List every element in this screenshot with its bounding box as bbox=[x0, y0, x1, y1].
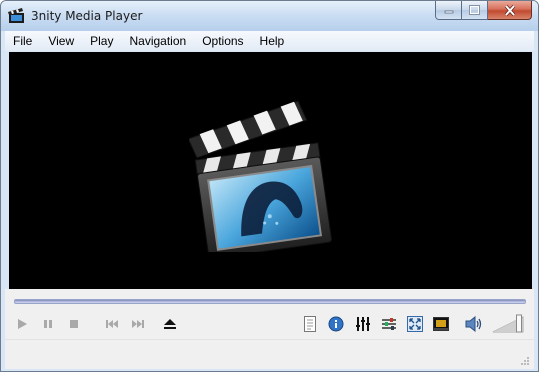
equalizer-button[interactable] bbox=[354, 315, 372, 333]
mute-button[interactable] bbox=[465, 315, 483, 333]
volume-slider[interactable] bbox=[491, 313, 525, 333]
eject-icon bbox=[164, 319, 176, 329]
fullscreen-button[interactable] bbox=[406, 315, 424, 333]
clapperboard-logo-icon bbox=[189, 100, 333, 252]
status-bar bbox=[5, 339, 534, 369]
skip-forward-icon bbox=[132, 320, 144, 328]
volume-ramp-icon bbox=[492, 314, 524, 333]
compact-view-icon bbox=[433, 317, 449, 331]
control-panel bbox=[5, 289, 534, 339]
playlist-button[interactable] bbox=[301, 315, 319, 333]
menu-bar: File View Play Navigation Options Help bbox=[5, 31, 534, 51]
sliders-icon bbox=[382, 318, 396, 330]
maximize-icon bbox=[469, 5, 480, 15]
menu-options[interactable]: Options bbox=[194, 34, 251, 48]
menu-view[interactable]: View bbox=[40, 34, 82, 48]
next-button[interactable] bbox=[129, 315, 147, 333]
app-window: 3nity Media Player File View Play Naviga… bbox=[0, 0, 539, 372]
pause-icon bbox=[44, 320, 52, 328]
window-controls bbox=[435, 1, 532, 21]
close-button[interactable] bbox=[488, 1, 532, 20]
app-logo-icon bbox=[8, 8, 24, 23]
stop-icon bbox=[70, 320, 78, 328]
title-bar[interactable]: 3nity Media Player bbox=[1, 1, 538, 31]
seek-bar[interactable] bbox=[14, 299, 526, 304]
menu-navigation[interactable]: Navigation bbox=[121, 34, 194, 48]
stop-button[interactable] bbox=[65, 315, 83, 333]
play-button[interactable] bbox=[13, 315, 31, 333]
pause-button[interactable] bbox=[39, 315, 57, 333]
maximize-button[interactable] bbox=[462, 1, 488, 20]
play-icon bbox=[18, 319, 27, 329]
skip-back-icon bbox=[106, 320, 118, 328]
info-button[interactable] bbox=[327, 315, 345, 333]
eject-button[interactable] bbox=[161, 315, 179, 333]
minimize-icon bbox=[444, 10, 453, 14]
equalizer-icon bbox=[356, 317, 370, 331]
menu-file[interactable]: File bbox=[5, 34, 40, 48]
speaker-icon bbox=[465, 316, 482, 332]
info-icon bbox=[328, 316, 344, 332]
minimize-button[interactable] bbox=[435, 1, 462, 20]
close-icon bbox=[504, 4, 515, 16]
compact-view-button[interactable] bbox=[432, 315, 450, 333]
settings-button[interactable] bbox=[380, 315, 398, 333]
menu-play[interactable]: Play bbox=[82, 34, 121, 48]
menu-help[interactable]: Help bbox=[252, 34, 293, 48]
resize-grip-icon[interactable] bbox=[520, 356, 530, 366]
previous-button[interactable] bbox=[103, 315, 121, 333]
fullscreen-icon bbox=[407, 316, 423, 332]
playlist-icon bbox=[304, 316, 316, 332]
window-title: 3nity Media Player bbox=[31, 9, 143, 23]
video-area[interactable] bbox=[9, 52, 532, 289]
